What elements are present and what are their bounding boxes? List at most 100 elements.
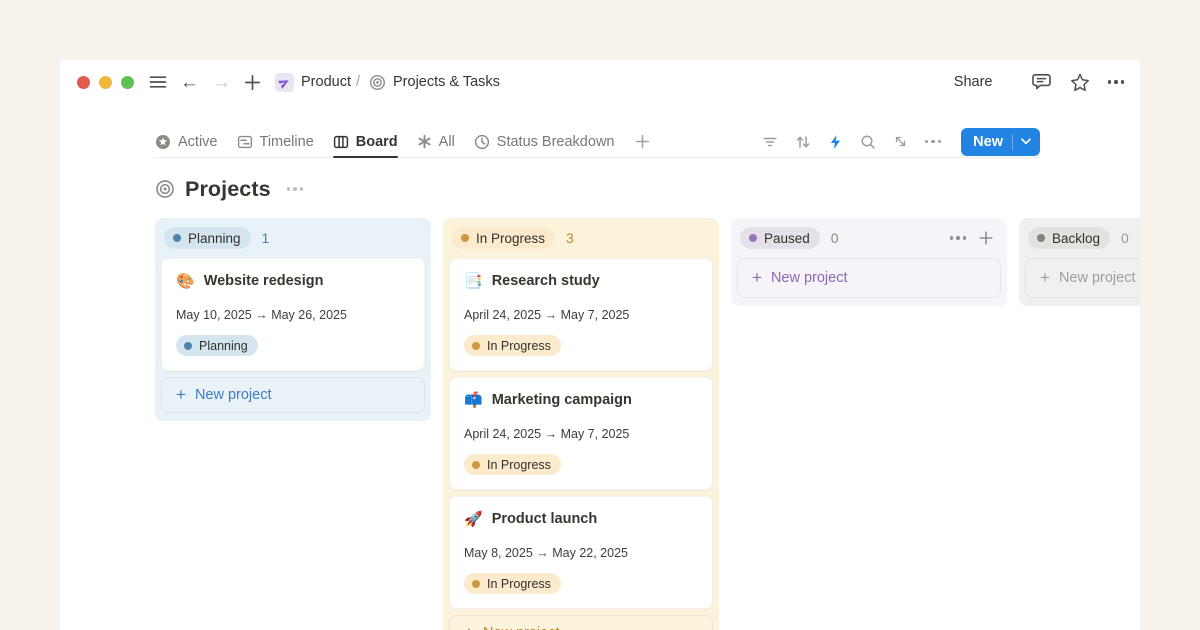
chevron-down-icon[interactable] xyxy=(1013,138,1040,145)
status-dot xyxy=(472,580,480,588)
project-card[interactable]: 🚀 Product launch May 8, 2025 → May 22, 2… xyxy=(449,496,713,609)
asterisk-icon xyxy=(417,134,432,149)
column-more-icon[interactable] xyxy=(950,236,967,240)
status-pill: In Progress xyxy=(464,335,561,356)
expand-icon[interactable] xyxy=(893,134,908,149)
view-more-icon[interactable] xyxy=(925,140,942,144)
tab-label: Status Breakdown xyxy=(497,134,615,150)
favorite-star-icon[interactable] xyxy=(1070,73,1090,92)
status-dot xyxy=(472,461,480,469)
search-icon[interactable] xyxy=(860,134,876,150)
page-header: Projects xyxy=(155,172,1140,206)
status-pill: In Progress xyxy=(464,573,561,594)
new-project-button[interactable]: + New project xyxy=(1025,258,1140,298)
page-title-more-icon[interactable] xyxy=(287,187,304,191)
share-button[interactable]: Share xyxy=(954,74,993,90)
column-status-pill[interactable]: In Progress xyxy=(452,227,555,249)
project-card[interactable]: 📫 Marketing campaign April 24, 2025 → Ma… xyxy=(449,377,713,490)
new-project-button[interactable]: + New project xyxy=(737,258,1001,298)
new-tab-icon[interactable] xyxy=(244,74,261,91)
new-project-button[interactable]: + New project xyxy=(449,615,713,630)
view-tabs: Active Timeline Board All Status Breakdo… xyxy=(155,126,650,157)
rocket-emoji-icon: 🚀 xyxy=(464,509,483,530)
project-dates: April 24, 2025 → May 7, 2025 xyxy=(464,308,698,323)
board-icon xyxy=(333,134,349,150)
new-project-label: New project xyxy=(1059,270,1136,286)
column-count: 0 xyxy=(1121,230,1129,246)
column-add-icon[interactable] xyxy=(979,231,993,245)
column-status-pill[interactable]: Backlog xyxy=(1028,227,1110,249)
breadcrumb-page[interactable]: Projects & Tasks xyxy=(393,74,500,90)
new-button-label: New xyxy=(961,134,1012,150)
column-planning: Planning 1 🎨 Website redesign May 10, 20… xyxy=(155,218,431,421)
workspace-icon[interactable] xyxy=(275,73,294,92)
status-label: In Progress xyxy=(487,577,551,591)
tab-status-breakdown[interactable]: Status Breakdown xyxy=(474,126,615,157)
mailbox-emoji-icon: 📫 xyxy=(464,390,483,411)
titlebar: ← → Product / Projects & Tasks Share xyxy=(60,60,1140,104)
status-dot xyxy=(461,234,469,242)
new-button[interactable]: New xyxy=(961,128,1040,156)
plus-icon: + xyxy=(176,386,186,403)
new-project-button[interactable]: + New project xyxy=(161,377,425,413)
tab-active[interactable]: Active xyxy=(155,126,218,157)
column-status-pill[interactable]: Paused xyxy=(740,227,820,249)
maximize-window-button[interactable] xyxy=(121,76,134,89)
column-count: 0 xyxy=(831,230,839,246)
timeline-icon xyxy=(237,134,253,150)
status-dot xyxy=(1037,234,1045,242)
tab-label: All xyxy=(439,134,455,150)
project-dates: May 8, 2025 → May 22, 2025 xyxy=(464,546,698,561)
column-name: In Progress xyxy=(476,231,545,246)
project-card[interactable]: 🎨 Website redesign May 10, 2025 → May 26… xyxy=(161,258,425,371)
column-header: Backlog 0 xyxy=(1025,226,1140,250)
status-dot xyxy=(173,234,181,242)
app-window: ← → Product / Projects & Tasks Share Act… xyxy=(60,60,1140,630)
status-label: Planning xyxy=(199,339,248,353)
star-circle-icon xyxy=(155,134,171,150)
new-project-label: New project xyxy=(771,270,848,286)
status-pill: In Progress xyxy=(464,454,561,475)
forward-arrow-icon[interactable]: → xyxy=(212,73,231,92)
more-options-icon[interactable] xyxy=(1108,80,1125,84)
status-dot xyxy=(749,234,757,242)
status-dot xyxy=(184,342,192,350)
view-controls: New xyxy=(762,128,1040,156)
project-title: Research study xyxy=(492,271,600,292)
back-arrow-icon[interactable]: ← xyxy=(180,73,199,92)
column-in-progress: In Progress 3 📑 Research study April 24,… xyxy=(443,218,719,630)
sidebar-menu-icon[interactable] xyxy=(149,74,167,90)
breadcrumb-separator: / xyxy=(356,74,360,90)
comments-icon[interactable] xyxy=(1031,72,1052,92)
kanban-board: Planning 1 🎨 Website redesign May 10, 20… xyxy=(155,218,1140,630)
column-actions xyxy=(950,231,998,245)
status-dot xyxy=(472,342,480,350)
project-title: Product launch xyxy=(492,509,598,530)
add-view-icon[interactable] xyxy=(635,134,650,149)
plus-icon: + xyxy=(1040,269,1050,286)
column-status-pill[interactable]: Planning xyxy=(164,227,251,249)
status-label: In Progress xyxy=(487,339,551,353)
clock-icon xyxy=(474,134,490,150)
column-name: Planning xyxy=(188,231,241,246)
window-controls xyxy=(77,76,134,89)
column-header: In Progress 3 xyxy=(449,226,713,250)
tab-board[interactable]: Board xyxy=(333,126,398,157)
plus-icon: + xyxy=(464,624,474,630)
column-header: Planning 1 xyxy=(161,226,425,250)
new-project-label: New project xyxy=(483,625,560,630)
project-card[interactable]: 📑 Research study April 24, 2025 → May 7,… xyxy=(449,258,713,371)
tab-timeline[interactable]: Timeline xyxy=(237,126,314,157)
project-dates: May 10, 2025 → May 26, 2025 xyxy=(176,308,410,323)
target-icon xyxy=(369,74,386,91)
minimize-window-button[interactable] xyxy=(99,76,112,89)
automation-bolt-icon[interactable] xyxy=(828,134,843,150)
view-toolbar: Active Timeline Board All Status Breakdo… xyxy=(155,126,1040,158)
tab-all[interactable]: All xyxy=(417,126,455,157)
breadcrumb-workspace[interactable]: Product xyxy=(301,74,351,90)
filter-icon[interactable] xyxy=(762,134,778,150)
close-window-button[interactable] xyxy=(77,76,90,89)
sort-icon[interactable] xyxy=(795,134,811,150)
tab-label: Timeline xyxy=(260,134,314,150)
projects-target-icon xyxy=(155,179,175,199)
